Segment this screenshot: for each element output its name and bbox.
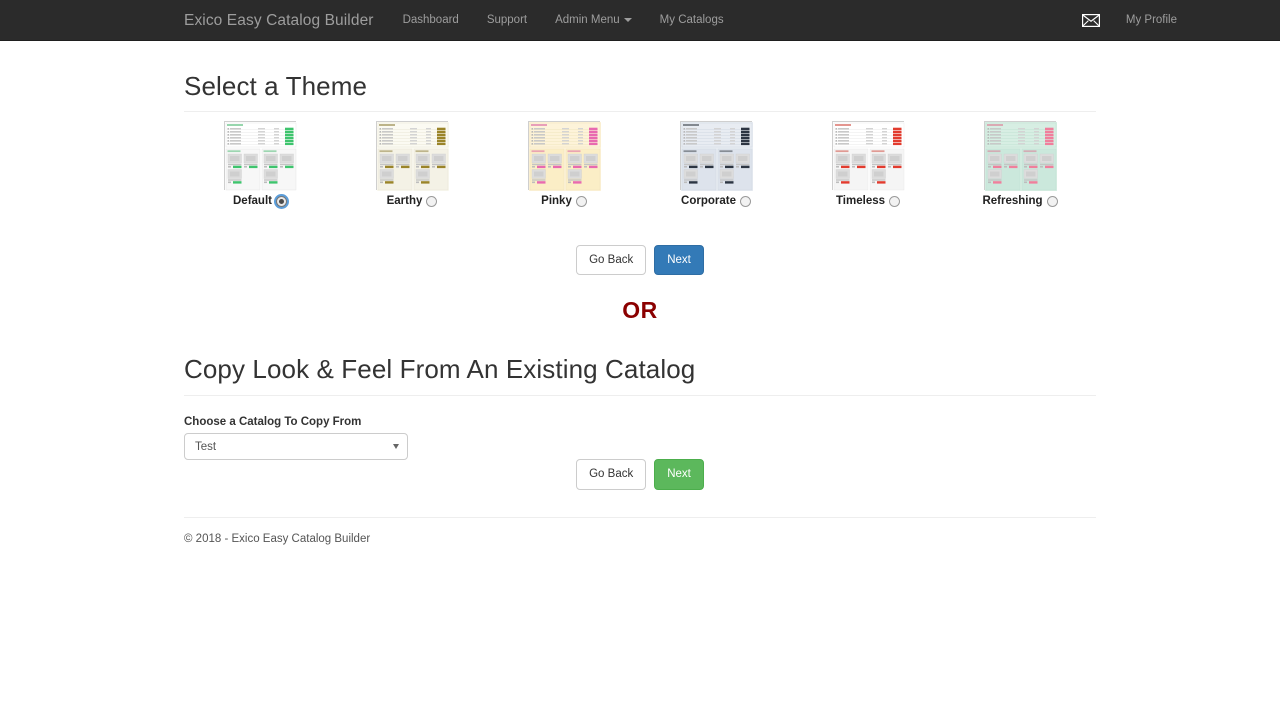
theme-thumbnail-wrap [944,121,1096,193]
copy-button-row: Go Back Next [184,459,1096,489]
nav-item-admin-menu[interactable]: Admin Menu [541,0,646,40]
theme-thumbnail-image[interactable] [528,121,600,190]
footer-copyright: © 2018 - Exico Easy Catalog Builder [184,533,1096,545]
theme-option-corporate[interactable]: Corporate [640,121,792,207]
envelope-icon [1082,14,1100,27]
theme-caption: Default [184,195,336,207]
catalog-select-label: Choose a Catalog To Copy From [184,416,1096,428]
page-container: Select a Theme Default Earthy Pinky Corpora… [184,41,1096,545]
catalog-select-group: Choose a Catalog To Copy From Test [184,416,1096,460]
copy-section-title: Copy Look & Feel From An Existing Catalo… [184,354,1096,396]
nav-item-dashboard[interactable]: Dashboard [389,0,473,40]
theme-radio-pinky[interactable] [576,196,587,207]
theme-go-back-button[interactable]: Go Back [576,245,646,275]
theme-thumbnail-wrap [792,121,944,193]
or-divider: OR [184,297,1096,324]
nav-item-my-catalogs[interactable]: My Catalogs [646,0,738,40]
theme-option-earthy[interactable]: Earthy [336,121,488,207]
or-label: OR [622,297,658,323]
catalog-select[interactable]: Test [184,433,408,460]
chevron-down-icon [624,18,632,22]
catalog-select-wrap: Test [184,433,408,460]
theme-radio-refreshing[interactable] [1047,196,1058,207]
copy-next-button[interactable]: Next [654,459,704,489]
theme-caption: Refreshing [944,195,1096,207]
theme-list: Default Earthy Pinky Corporate Timeless Refre… [184,121,1096,207]
theme-thumbnail-wrap [488,121,640,193]
theme-thumbnail-wrap [640,121,792,193]
nav-item-support[interactable]: Support [473,0,541,40]
page-footer: © 2018 - Exico Easy Catalog Builder [184,517,1096,545]
theme-radio-timeless[interactable] [889,196,900,207]
theme-caption: Timeless [792,195,944,207]
theme-next-button[interactable]: Next [654,245,704,275]
copy-go-back-button[interactable]: Go Back [576,459,646,489]
theme-option-pinky[interactable]: Pinky [488,121,640,207]
theme-thumbnail-wrap [184,121,336,193]
primary-nav: Dashboard Support Admin Menu My Catalogs [389,0,738,40]
theme-option-refreshing[interactable]: Refreshing [944,121,1096,207]
theme-thumbnail-image[interactable] [224,121,296,190]
theme-label: Pinky [541,195,572,207]
theme-label: Corporate [681,195,736,207]
theme-thumbnail-image[interactable] [376,121,448,190]
theme-radio-earthy[interactable] [426,196,437,207]
nav-item-my-profile[interactable]: My Profile [1112,0,1191,41]
messages-link[interactable] [1070,0,1112,41]
brand-logo-link[interactable]: Exico Easy Catalog Builder [184,0,389,40]
nav-item-dashboard-label: Dashboard [403,14,459,26]
theme-option-timeless[interactable]: Timeless [792,121,944,207]
secondary-nav: My Profile [1070,0,1191,41]
theme-option-default[interactable]: Default [184,121,336,207]
theme-label: Timeless [836,195,885,207]
theme-caption: Earthy [336,195,488,207]
theme-caption: Pinky [488,195,640,207]
theme-thumbnail-wrap [336,121,488,193]
theme-thumbnail-image[interactable] [832,121,904,190]
nav-item-support-label: Support [487,14,527,26]
theme-thumbnail-image[interactable] [680,121,752,190]
theme-label: Refreshing [982,195,1042,207]
theme-radio-default[interactable] [276,196,287,207]
theme-caption: Corporate [640,195,792,207]
theme-label: Default [233,195,272,207]
theme-button-row: Go Back Next [184,245,1096,275]
theme-radio-corporate[interactable] [740,196,751,207]
page-title: Select a Theme [184,71,1096,112]
top-navbar: Exico Easy Catalog Builder Dashboard Sup… [0,0,1280,41]
nav-item-my-profile-label: My Profile [1126,14,1177,26]
nav-item-admin-menu-label: Admin Menu [555,14,620,26]
theme-label: Earthy [387,195,423,207]
theme-thumbnail-image[interactable] [984,121,1056,190]
nav-item-my-catalogs-label: My Catalogs [660,14,724,26]
